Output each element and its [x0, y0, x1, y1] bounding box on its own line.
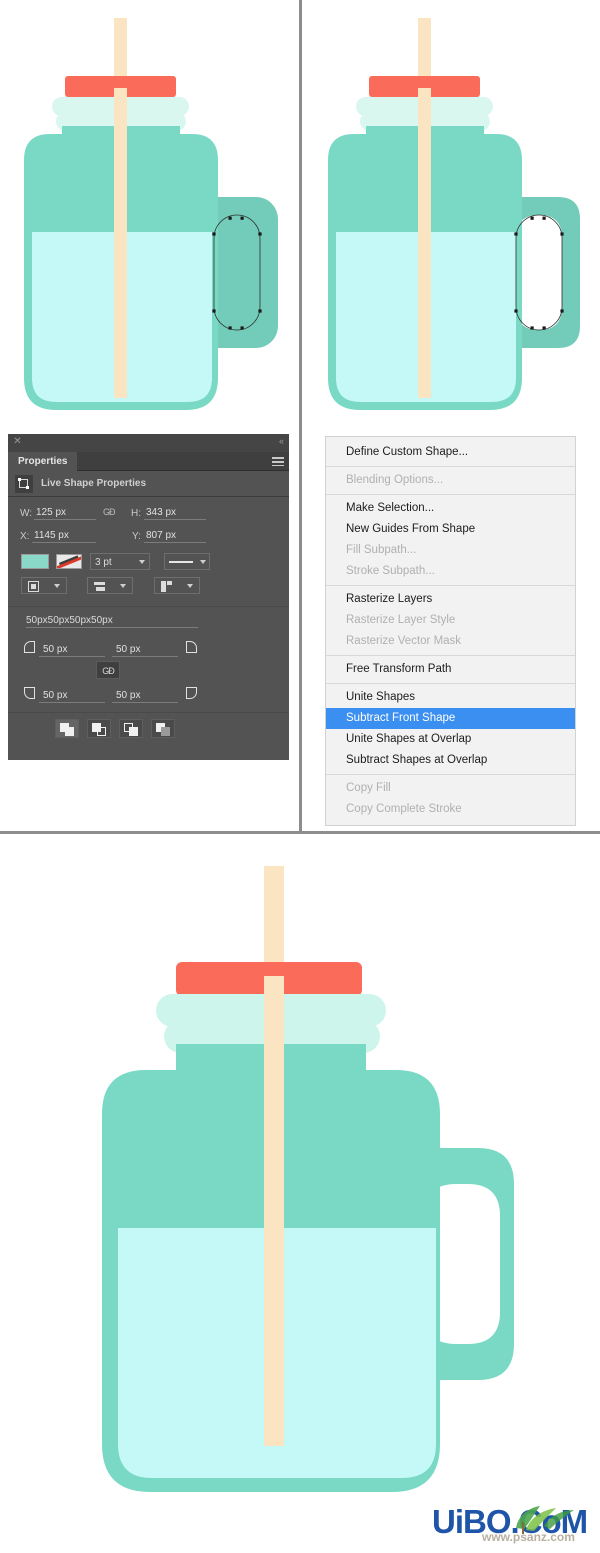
y-label: Y:: [132, 531, 141, 542]
menu-item-free-transform-path[interactable]: Free Transform Path: [326, 659, 575, 680]
corner-top-right-icon: [186, 641, 197, 653]
height-label: H:: [131, 508, 141, 519]
menu-item-copy-fill: Copy Fill: [346, 782, 391, 794]
panel-menu-icon[interactable]: [272, 457, 284, 466]
menu-separator: [326, 683, 575, 684]
menu-item-make-selection[interactable]: Make Selection...: [326, 498, 575, 519]
menu-item-rasterize-vector-mask: Rasterize Vector Mask: [346, 635, 462, 647]
x-y-row: X: 1145 px Y: 807 px: [8, 526, 289, 549]
menu-item-rasterize-layer-style: Rasterize Layer Style: [346, 614, 456, 626]
properties-panel-body: W: 125 px GÐ H: 343 px X: 1145 px Y: 807…: [8, 497, 289, 742]
menu-item-fill-subpath: Fill Subpath...: [346, 544, 417, 556]
corner-bottom-left-input[interactable]: 50 px: [39, 688, 105, 703]
path-op-subtract-front-shape-button[interactable]: [119, 719, 143, 738]
stroke-corners-dropdown[interactable]: [154, 577, 200, 594]
x-input[interactable]: 1145 px: [32, 528, 96, 543]
x-label: X:: [20, 531, 30, 542]
link-dimensions-icon[interactable]: GÐ: [103, 507, 115, 517]
fill-stroke-row: 3 pt: [8, 552, 289, 574]
corner-radii-bottom-row: 50 px 50 px: [8, 685, 289, 707]
panel-vertical-divider: [299, 0, 302, 833]
menu-item-rasterize-layers[interactable]: Rasterize Layers: [326, 589, 575, 610]
section-title: Live Shape Properties: [41, 478, 147, 489]
straw-inside: [114, 88, 127, 398]
straw-icon: [264, 866, 284, 976]
path-context-menu[interactable]: Define Custom Shape... Blending Options.…: [325, 436, 576, 826]
path-op-new-layer-button[interactable]: [55, 719, 79, 738]
stroke-weight-chevron-down-icon[interactable]: [139, 560, 145, 564]
width-input[interactable]: 125 px: [34, 505, 96, 520]
live-shape-icon: [15, 475, 33, 493]
link-corner-radii-button[interactable]: GÐ: [96, 661, 120, 679]
stroke-align-dropdown[interactable]: [21, 577, 67, 594]
menu-separator: [326, 494, 575, 495]
menu-item-subtract-front-shape[interactable]: Subtract Front Shape: [326, 708, 575, 729]
stroke-color-swatch[interactable]: [56, 554, 82, 569]
height-input[interactable]: 343 px: [144, 505, 206, 520]
corner-top-left-icon: [24, 641, 35, 653]
corner-radii-link-row: GÐ: [8, 661, 289, 683]
y-input[interactable]: 807 px: [144, 528, 206, 543]
menu-item-subtract-shapes-at-overlap[interactable]: Subtract Shapes at Overlap: [326, 750, 575, 771]
menu-separator: [326, 585, 575, 586]
path-op-combine-shapes-button[interactable]: [87, 719, 111, 738]
menu-separator: [326, 655, 575, 656]
corner-top-left-input[interactable]: 50 px: [39, 642, 105, 657]
watermark-sub-text: www.psanz.com: [482, 1530, 575, 1544]
menu-item-new-guides-from-shape[interactable]: New Guides From Shape: [326, 519, 575, 540]
path-operations-row: [8, 712, 289, 742]
stroke-align-chevron-down-icon[interactable]: [54, 584, 60, 588]
step-3-panel: [0, 834, 600, 1553]
live-shape-properties-header: Live Shape Properties: [8, 471, 289, 497]
stroke-corners-chevron-down-icon[interactable]: [187, 584, 193, 588]
menu-separator: [326, 774, 575, 775]
straw-inside: [418, 88, 431, 398]
corner-radii-summary[interactable]: 50px50px50px50px: [26, 613, 198, 628]
menu-item-blending-options: Blending Options...: [346, 474, 444, 486]
mason-jar-illustration-final: [102, 866, 514, 1492]
menu-separator: [326, 466, 575, 467]
menu-item-unite-shapes-at-overlap[interactable]: Unite Shapes at Overlap: [326, 729, 575, 750]
path-op-intersect-shapes-button[interactable]: [151, 719, 175, 738]
screenshot-root: ✕ « Properties Live Shape Properties W: …: [0, 0, 600, 1553]
tab-properties[interactable]: Properties: [8, 452, 78, 471]
corner-radii-section: 50px50px50px50px 50 px 50 px GÐ 50 px 50…: [8, 606, 289, 707]
corner-radii-top-row: 50 px 50 px: [8, 639, 289, 661]
menu-item-unite-shapes[interactable]: Unite Shapes: [326, 687, 575, 708]
menu-item-stroke-subpath: Stroke Subpath...: [346, 565, 435, 577]
fill-color-swatch[interactable]: [21, 554, 49, 569]
site-watermark: UiBO.CoM www.psanz.com: [430, 1500, 600, 1553]
stroke-caps-dropdown[interactable]: [87, 577, 133, 594]
properties-panel-titlebar: ✕ «: [8, 434, 289, 452]
properties-panel-tabrow: Properties: [8, 452, 289, 471]
stroke-style-chevron-down-icon[interactable]: [200, 560, 206, 564]
menu-item-copy-complete-stroke: Copy Complete Stroke: [346, 803, 462, 815]
menu-item-define-custom-shape[interactable]: Define Custom Shape...: [326, 442, 575, 463]
close-icon[interactable]: ✕: [12, 436, 23, 447]
straw-inside: [264, 976, 284, 1446]
properties-panel[interactable]: ✕ « Properties Live Shape Properties W: …: [8, 434, 289, 760]
width-height-row: W: 125 px GÐ H: 343 px: [8, 503, 289, 526]
stroke-options-row: [8, 576, 289, 598]
handle-inner-path-outline: [515, 214, 563, 331]
collapse-icon[interactable]: «: [279, 436, 284, 447]
corner-bottom-left-icon: [24, 687, 35, 699]
corner-bottom-right-icon: [186, 687, 197, 699]
corner-top-right-input[interactable]: 50 px: [112, 642, 178, 657]
width-label: W:: [20, 508, 33, 519]
stroke-caps-chevron-down-icon[interactable]: [120, 584, 126, 588]
corner-bottom-right-input[interactable]: 50 px: [112, 688, 178, 703]
panel-horizontal-divider: [0, 831, 600, 834]
